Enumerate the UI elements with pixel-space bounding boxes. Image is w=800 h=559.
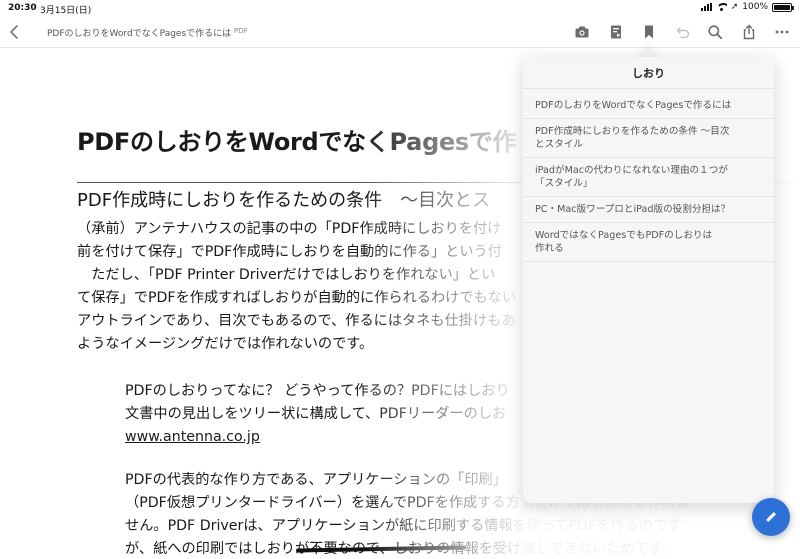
bookmark-item[interactable]: PC・Mac版ワープロとiPad版の役割分担は？ [523,197,774,223]
share-icon[interactable] [739,22,759,42]
document-heading: PDFのしおりをWordでなくPagesで作 [77,128,517,156]
edit-button[interactable] [752,498,790,536]
status-bar: 20:30 3月15日(日) ➚ 100% [0,0,800,16]
status-indicators: ➚ 100% [700,2,794,12]
file-type-label: PDF [234,27,248,35]
pencil-icon [766,512,776,522]
bookmark-item[interactable]: WordではなくPagesでもPDFのしおりは 作れる [523,223,774,262]
bookmarks-list: PDFのしおりをWordでなくPagesで作るには PDF作成時にしおりを作るた… [523,89,774,262]
bookmark-item[interactable]: iPadがMacの代わりになれない理由の１つが 「スタイル」 [523,158,774,197]
top-toolbar: PDFのしおりをWordでなくPagesで作るには PDF [0,16,800,48]
bookmark-item[interactable]: PDF作成時にしおりを作るための条件 〜目次 とスタイル [523,119,774,158]
bookmarks-title: しおり [523,57,774,89]
document-subheading: PDF作成時にしおりを作るための条件 〜目次とス [77,190,491,211]
battery-percent: 100% [742,2,768,12]
document-title: PDFのしおりをWordでなくPagesで作るには [47,29,232,39]
bookmarks-popover: しおり PDFのしおりをWordでなくPagesで作るには PDF作成時にしおり… [523,57,774,503]
reader-view-icon[interactable] [606,22,626,42]
location-icon: ➚ [730,2,739,12]
battery-icon [772,2,794,12]
status-date: 3月15日(日) [40,6,92,16]
camera-icon[interactable] [572,22,592,42]
bookmark-icon[interactable] [639,22,659,42]
more-icon[interactable] [772,22,792,42]
status-time: 20:30 [8,3,37,13]
undo-icon[interactable] [673,22,693,42]
text-line: せん。PDF Driverは、アプリケーションが紙に印刷する情報を使ってPDFを… [125,518,682,534]
bookmark-item[interactable]: PDFのしおりをWordでなくPagesで作るには [523,93,774,119]
signal-icon [700,3,712,11]
chevron-left-icon[interactable] [6,22,24,42]
wifi-icon [715,3,727,11]
battery-fill [774,4,790,10]
search-icon[interactable] [705,22,725,42]
